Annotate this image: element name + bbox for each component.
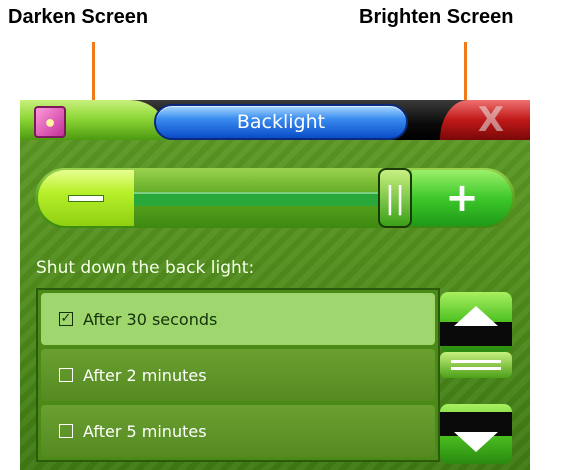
lightbulb-icon[interactable]: ● — [34, 106, 66, 138]
title-bar: ● Backlight X — [20, 100, 530, 140]
list-item-label: After 2 minutes — [83, 365, 207, 385]
list-item[interactable]: After 5 minutes — [41, 405, 435, 457]
minus-icon — [69, 195, 103, 201]
arrow-down-icon — [454, 432, 498, 452]
list-item[interactable]: After 2 minutes — [41, 349, 435, 401]
brightness-level-bar — [134, 192, 394, 206]
grip-line — [451, 360, 501, 363]
shutdown-label: Shut down the back light: — [36, 258, 255, 278]
scroll-down-button[interactable] — [440, 404, 512, 464]
slider-thumb[interactable]: || — [378, 168, 412, 228]
scroll-up-button[interactable] — [440, 292, 512, 352]
brighten-screen-annotation: Brighten Screen — [359, 6, 514, 28]
thumb-grip-icon: || — [384, 180, 406, 216]
list-item-label: After 5 minutes — [83, 421, 207, 441]
arrow-up-icon — [454, 306, 498, 326]
checkbox-icon — [59, 368, 73, 382]
plus-icon: + — [445, 175, 479, 221]
grip-line — [451, 367, 501, 370]
window-title: Backlight — [154, 104, 408, 140]
list-item[interactable]: ✓ After 30 seconds — [41, 293, 435, 345]
backlight-window: ● Backlight X + || Shut down the back li… — [20, 100, 530, 470]
checkbox-icon — [59, 424, 73, 438]
scroll-thumb[interactable] — [440, 352, 512, 378]
brighten-button[interactable]: + — [412, 170, 512, 226]
darken-screen-annotation: Darken Screen — [8, 6, 149, 28]
timeout-list: ✓ After 30 seconds After 2 minutes After… — [36, 288, 440, 462]
close-icon[interactable]: X — [466, 100, 516, 140]
list-item-label: After 30 seconds — [83, 309, 218, 329]
checked-checkbox-icon: ✓ — [59, 311, 73, 326]
darken-button[interactable] — [38, 170, 134, 226]
